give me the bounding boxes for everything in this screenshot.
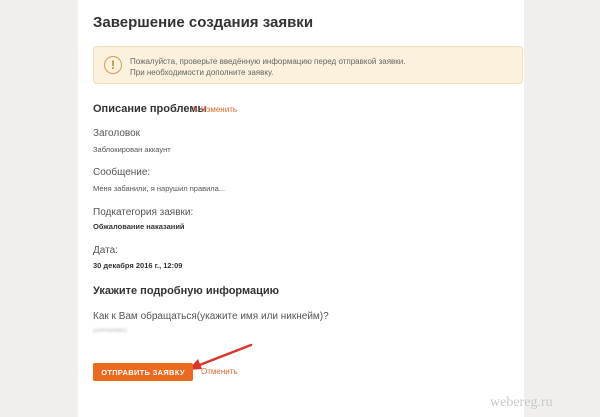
field-label-date: Дата:	[93, 245, 118, 256]
edit-link-label: Изменить	[200, 105, 238, 114]
field-label-message: Сообщение:	[93, 167, 151, 178]
exclamation-icon: !	[104, 56, 122, 74]
field-value-subcategory: Обжалование наказаний	[93, 222, 185, 231]
notice-line-2: При необходимости дополните заявку.	[130, 68, 274, 77]
cancel-link[interactable]: Отменить	[201, 367, 238, 376]
page-title: Завершение создания заявки	[93, 14, 314, 31]
notice-text: Пожалуйста, проверьте введённую информац…	[130, 56, 405, 78]
name-question: Как к Вам обращаться(укажите имя или ник…	[93, 311, 329, 322]
pencil-icon: ✎	[192, 105, 199, 114]
field-value-message: Меня забанили, я нарушил правила...	[93, 184, 226, 193]
problem-section-title: Описание проблемы	[93, 103, 207, 115]
field-value-date: 30 декабря 2016 г., 12:09	[93, 261, 183, 270]
field-value-title: Заблокирован аккаунт	[93, 145, 171, 154]
watermark: webereg.ru	[490, 395, 553, 410]
details-section-title: Укажите подробную информацию	[93, 285, 280, 297]
nickname-input[interactable]	[93, 326, 213, 336]
field-label-subcategory: Подкатегория заявки:	[93, 207, 194, 218]
edit-link[interactable]: ✎ Изменить	[192, 105, 237, 114]
field-label-title: Заголовок	[93, 128, 141, 139]
notice-box: ! Пожалуйста, проверьте введённую информ…	[93, 46, 523, 84]
notice-line-1: Пожалуйста, проверьте введённую информац…	[130, 57, 406, 66]
submit-request-button[interactable]: ОТПРАВИТЬ ЗАЯВКУ	[93, 363, 193, 381]
